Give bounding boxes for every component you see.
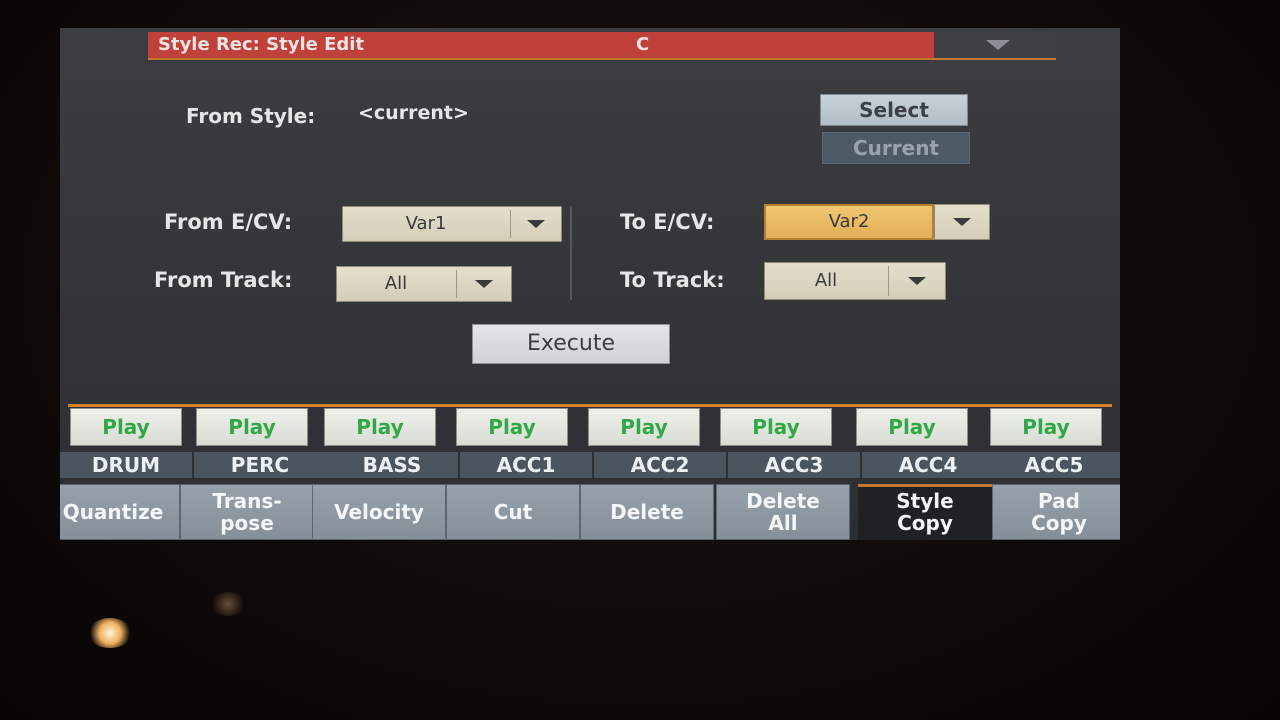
chord-indicator: C <box>636 34 650 55</box>
tab-pad-copy[interactable]: Pad Copy <box>992 484 1120 540</box>
to-ecv-dropdown[interactable]: Var2 <box>764 204 934 240</box>
chevron-down-icon <box>527 220 545 228</box>
track-name-acc3: ACC3 <box>728 452 860 478</box>
dropdown-separator <box>456 270 457 298</box>
play-button-bass[interactable]: Play <box>324 408 436 446</box>
to-track-value: All <box>814 270 838 291</box>
tab-label: Delete <box>610 500 684 524</box>
select-button[interactable]: Select <box>820 94 968 126</box>
tab-label: Quantize <box>62 500 164 524</box>
to-ecv-value: Var2 <box>828 211 870 232</box>
tab-label: Trans- <box>212 489 282 513</box>
play-button-drum[interactable]: Play <box>70 408 182 446</box>
from-style-label: From Style: <box>186 104 316 128</box>
play-button-acc3[interactable]: Play <box>720 408 832 446</box>
tab-label: Pad <box>1038 489 1080 513</box>
from-ecv-dropdown[interactable]: Var1 <box>342 206 562 242</box>
from-track-value: All <box>384 273 408 294</box>
track-name-drum: DRUM <box>60 452 192 478</box>
section-divider <box>68 404 1112 407</box>
tab-label: Cut <box>493 500 533 524</box>
track-name-bass: BASS <box>326 452 458 478</box>
tab-delete[interactable]: Delete <box>580 484 714 540</box>
track-name-acc5: ACC5 <box>988 452 1120 478</box>
tab-delete-all[interactable]: Delete All <box>716 484 850 540</box>
chevron-down-icon <box>953 218 971 226</box>
dropdown-separator <box>510 210 511 238</box>
tab-label: Copy <box>897 511 953 535</box>
play-button-acc4[interactable]: Play <box>856 408 968 446</box>
tab-label: Copy <box>1031 511 1087 535</box>
page-title: Style Rec: Style Edit <box>158 34 365 55</box>
current-button[interactable]: Current <box>822 132 970 164</box>
play-button-acc5[interactable]: Play <box>990 408 1102 446</box>
to-ecv-label: To E/CV: <box>620 210 715 234</box>
tab-label: All <box>768 511 798 535</box>
tab-cut[interactable]: Cut <box>446 484 580 540</box>
execute-button[interactable]: Execute <box>472 324 670 364</box>
play-button-acc1[interactable]: Play <box>456 408 568 446</box>
chevron-down-icon <box>475 280 493 288</box>
tab-quantize[interactable]: Quantize <box>60 484 180 540</box>
title-divider <box>148 58 1056 60</box>
play-button-perc[interactable]: Play <box>196 408 308 446</box>
to-track-label: To Track: <box>620 268 725 292</box>
from-track-dropdown[interactable]: All <box>336 266 512 302</box>
tab-transpose[interactable]: Trans-pose <box>180 484 314 540</box>
from-ecv-label: From E/CV: <box>164 210 293 234</box>
tab-label: pose <box>220 511 274 535</box>
from-ecv-value: Var1 <box>405 213 447 234</box>
track-name-perc: PERC <box>194 452 326 478</box>
tab-label: Delete <box>746 489 820 513</box>
from-style-value: <current> <box>358 102 469 124</box>
play-button-acc2[interactable]: Play <box>588 408 700 446</box>
light-reflection <box>210 592 246 616</box>
track-name-acc2: ACC2 <box>594 452 726 478</box>
to-ecv-dropdown-arrow[interactable] <box>934 204 990 240</box>
tab-velocity[interactable]: Velocity <box>312 484 446 540</box>
column-divider <box>570 206 572 300</box>
tab-style-copy[interactable]: Style Copy <box>858 484 992 540</box>
tab-label: Velocity <box>334 500 424 524</box>
track-name-acc4: ACC4 <box>862 452 994 478</box>
light-reflection <box>88 618 132 648</box>
dropdown-separator <box>888 266 889 296</box>
tab-label: Style <box>896 489 954 513</box>
track-name-acc1: ACC1 <box>460 452 592 478</box>
chevron-down-icon <box>908 277 926 285</box>
display-screen: Style Rec: Style Edit C From Style: <cur… <box>60 28 1120 540</box>
to-track-dropdown[interactable]: All <box>764 262 946 300</box>
chevron-down-icon <box>986 40 1010 50</box>
from-track-label: From Track: <box>154 268 293 292</box>
title-bar: Style Rec: Style Edit C <box>148 32 934 58</box>
page-menu-button[interactable] <box>934 32 1056 58</box>
